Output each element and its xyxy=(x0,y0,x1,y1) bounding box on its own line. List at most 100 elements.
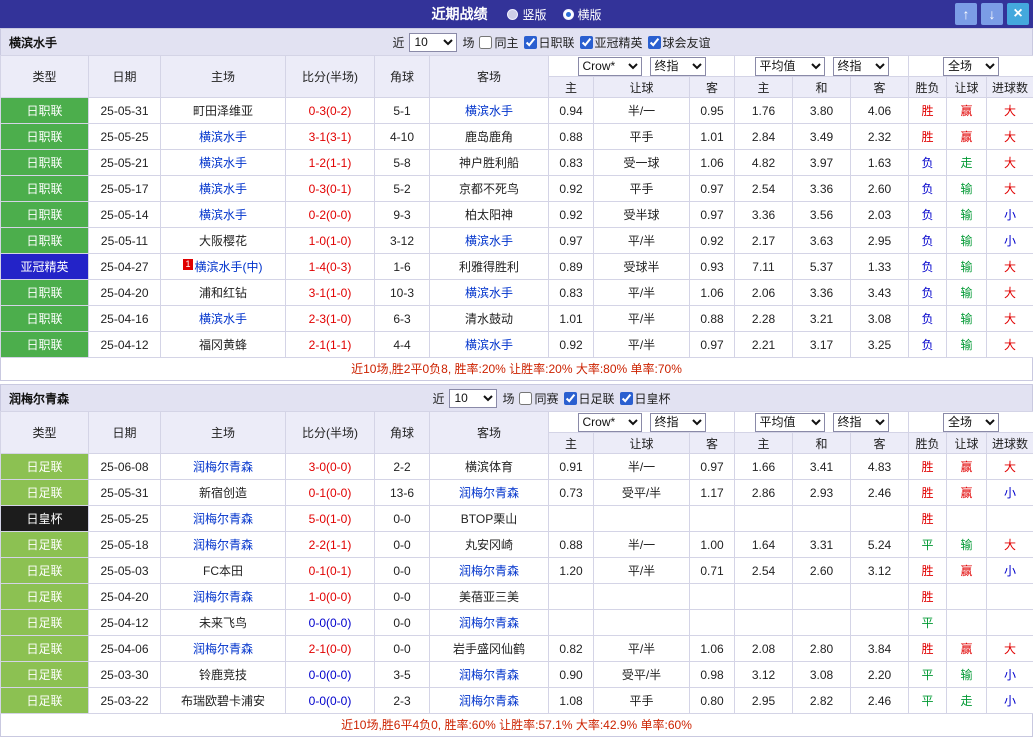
result-value: 走 xyxy=(947,688,987,714)
score[interactable]: 1-0(0-0) xyxy=(286,584,375,610)
close-button[interactable]: × xyxy=(1007,3,1029,25)
jleague-checkbox[interactable] xyxy=(524,36,537,49)
away-team[interactable]: 清水鼓动 xyxy=(430,306,549,332)
score[interactable]: 3-0(0-0) xyxy=(286,454,375,480)
final-odds-select-2[interactable]: 终指 xyxy=(833,57,889,76)
average-select[interactable]: 平均值 xyxy=(755,57,825,76)
home-team[interactable]: 布瑞欧碧卡浦安 xyxy=(161,688,286,714)
final-odds-select-2[interactable]: 终指 xyxy=(833,413,889,432)
filter-jfl[interactable]: 日足联 xyxy=(564,390,615,407)
final-odds-select[interactable]: 终指 xyxy=(650,57,706,76)
score[interactable]: 0-3(0-2) xyxy=(286,98,375,124)
radio-horizontal-layout[interactable]: 横版 xyxy=(563,6,602,23)
filter-jleague[interactable]: 日职联 xyxy=(524,34,575,51)
away-team[interactable]: 横滨水手 xyxy=(430,98,549,124)
away-team[interactable]: 润梅尔青森 xyxy=(430,662,549,688)
home-team[interactable]: 润梅尔青森 xyxy=(161,584,286,610)
home-team[interactable]: FC本田 xyxy=(161,558,286,584)
odds-value: 2.54 xyxy=(735,176,793,202)
home-team[interactable]: 浦和红钻 xyxy=(161,280,286,306)
away-team[interactable]: 润梅尔青森 xyxy=(430,610,549,636)
emperors-cup-checkbox[interactable] xyxy=(620,392,633,405)
home-team[interactable]: 润梅尔青森 xyxy=(161,636,286,662)
away-team[interactable]: 柏太阳神 xyxy=(430,202,549,228)
home-team[interactable]: 润梅尔青森 xyxy=(161,506,286,532)
score[interactable]: 3-1(3-1) xyxy=(286,124,375,150)
home-team[interactable]: 横滨水手 xyxy=(161,150,286,176)
away-team[interactable]: 丸安冈崎 xyxy=(430,532,549,558)
results-table-body: 日职联 25-05-31 町田泽维亚 0-3(0-2) 5-1 横滨水手 0.9… xyxy=(1,98,1033,358)
home-team[interactable]: 未来飞鸟 xyxy=(161,610,286,636)
bookmaker-select[interactable]: Crow* xyxy=(578,413,642,432)
home-team[interactable]: 新宿创造 xyxy=(161,480,286,506)
filter-emperors-cup[interactable]: 日皇杯 xyxy=(620,390,671,407)
radio-vertical-layout[interactable]: 竖版 xyxy=(507,6,546,23)
full-match-select[interactable]: 全场 xyxy=(943,57,999,76)
acl-checkbox[interactable] xyxy=(580,36,593,49)
filter-same-host[interactable]: 同主 xyxy=(479,34,518,51)
filter-friendly[interactable]: 球会友谊 xyxy=(648,34,711,51)
score[interactable]: 3-1(1-0) xyxy=(286,280,375,306)
home-team[interactable]: 铃鹿竞技 xyxy=(161,662,286,688)
away-team[interactable]: 岩手盛冈仙鹤 xyxy=(430,636,549,662)
scroll-down-button[interactable]: ↓ xyxy=(981,3,1003,25)
score[interactable]: 1-2(1-1) xyxy=(286,150,375,176)
radio-icon[interactable] xyxy=(563,9,574,20)
home-team[interactable]: 大阪樱花 xyxy=(161,228,286,254)
away-team[interactable]: 横滨体育 xyxy=(430,454,549,480)
score[interactable]: 0-3(0-1) xyxy=(286,176,375,202)
filter-same-competition[interactable]: 同赛 xyxy=(519,390,558,407)
score[interactable]: 2-3(1-0) xyxy=(286,306,375,332)
away-team[interactable]: 横滨水手 xyxy=(430,332,549,358)
score[interactable]: 0-0(0-0) xyxy=(286,688,375,714)
games-count-select[interactable]: 10 xyxy=(409,33,457,52)
away-team[interactable]: 润梅尔青森 xyxy=(430,480,549,506)
away-team[interactable]: 横滨水手 xyxy=(430,280,549,306)
score[interactable]: 0-0(0-0) xyxy=(286,610,375,636)
same-competition-checkbox[interactable] xyxy=(519,392,532,405)
score[interactable]: 0-1(0-1) xyxy=(286,558,375,584)
away-team[interactable]: 美蓓亚三美 xyxy=(430,584,549,610)
score[interactable]: 2-2(1-1) xyxy=(286,532,375,558)
away-team[interactable]: 润梅尔青森 xyxy=(430,558,549,584)
odds-value: 4.82 xyxy=(735,150,793,176)
games-count-select[interactable]: 10 xyxy=(449,389,497,408)
home-team[interactable]: 横滨水手 xyxy=(161,306,286,332)
home-team[interactable]: 润梅尔青森 xyxy=(161,532,286,558)
final-odds-select[interactable]: 终指 xyxy=(650,413,706,432)
jfl-checkbox[interactable] xyxy=(564,392,577,405)
away-team[interactable]: 利雅得胜利 xyxy=(430,254,549,280)
result-value: 大 xyxy=(987,532,1033,558)
home-team[interactable]: 町田泽维亚 xyxy=(161,98,286,124)
home-team[interactable]: 横滨水手 xyxy=(161,202,286,228)
score[interactable]: 0-0(0-0) xyxy=(286,662,375,688)
scroll-up-button[interactable]: ↑ xyxy=(955,3,977,25)
score[interactable]: 0-2(0-0) xyxy=(286,202,375,228)
friendly-checkbox[interactable] xyxy=(648,36,661,49)
home-team[interactable]: 横滨水手 xyxy=(161,124,286,150)
away-team[interactable]: 横滨水手 xyxy=(430,228,549,254)
score[interactable]: 1-4(0-3) xyxy=(286,254,375,280)
away-team[interactable]: 神户胜利船 xyxy=(430,150,549,176)
score[interactable]: 0-1(0-0) xyxy=(286,480,375,506)
home-team[interactable]: 福冈黄蜂 xyxy=(161,332,286,358)
filter-acl[interactable]: 亚冠精英 xyxy=(580,34,643,51)
average-select[interactable]: 平均值 xyxy=(755,413,825,432)
odds-value xyxy=(549,584,594,610)
home-team[interactable]: 润梅尔青森 xyxy=(161,454,286,480)
score[interactable]: 2-1(0-0) xyxy=(286,636,375,662)
same-host-checkbox[interactable] xyxy=(479,36,492,49)
score[interactable]: 1-0(1-0) xyxy=(286,228,375,254)
full-match-select[interactable]: 全场 xyxy=(943,413,999,432)
bookmaker-select[interactable]: Crow* xyxy=(578,57,642,76)
score[interactable]: 2-1(1-1) xyxy=(286,332,375,358)
radio-icon[interactable] xyxy=(507,9,518,20)
away-team[interactable]: 润梅尔青森 xyxy=(430,688,549,714)
away-team[interactable]: BTOP栗山 xyxy=(430,506,549,532)
away-team[interactable]: 京都不死鸟 xyxy=(430,176,549,202)
score[interactable]: 5-0(1-0) xyxy=(286,506,375,532)
match-date: 25-05-18 xyxy=(89,532,161,558)
home-team[interactable]: 1横滨水手(中) xyxy=(161,254,286,280)
home-team[interactable]: 横滨水手 xyxy=(161,176,286,202)
away-team[interactable]: 鹿岛鹿角 xyxy=(430,124,549,150)
